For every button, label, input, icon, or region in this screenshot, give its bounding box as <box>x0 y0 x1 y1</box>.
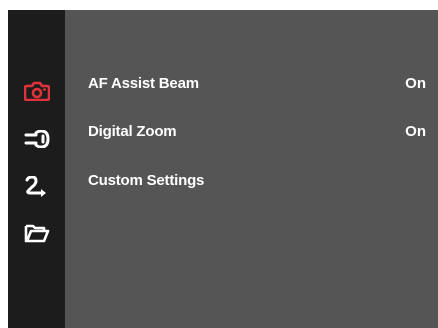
menu-item-af-assist-beam[interactable]: AF Assist Beam On <box>65 70 438 98</box>
wrench-icon[interactable] <box>18 124 56 154</box>
menu-item-value: On <box>405 123 426 140</box>
menu-item-label: AF Assist Beam <box>88 75 199 92</box>
menu-category-sidebar <box>8 10 65 328</box>
menu-item-label: Digital Zoom <box>88 123 177 140</box>
camera-icon[interactable] <box>18 76 56 106</box>
menu-item-label: Custom Settings <box>88 172 205 189</box>
settings-panel: AF Assist Beam On Digital Zoom On Custom… <box>65 10 438 328</box>
menu-item-digital-zoom[interactable]: Digital Zoom On <box>65 118 438 146</box>
playback-arrow-icon[interactable] <box>18 172 56 202</box>
menu-item-value: On <box>405 75 426 92</box>
folder-icon[interactable] <box>18 218 56 248</box>
menu-item-custom-settings[interactable]: Custom Settings <box>65 167 438 195</box>
camera-menu-screen: AF Assist Beam On Digital Zoom On Custom… <box>0 0 438 328</box>
